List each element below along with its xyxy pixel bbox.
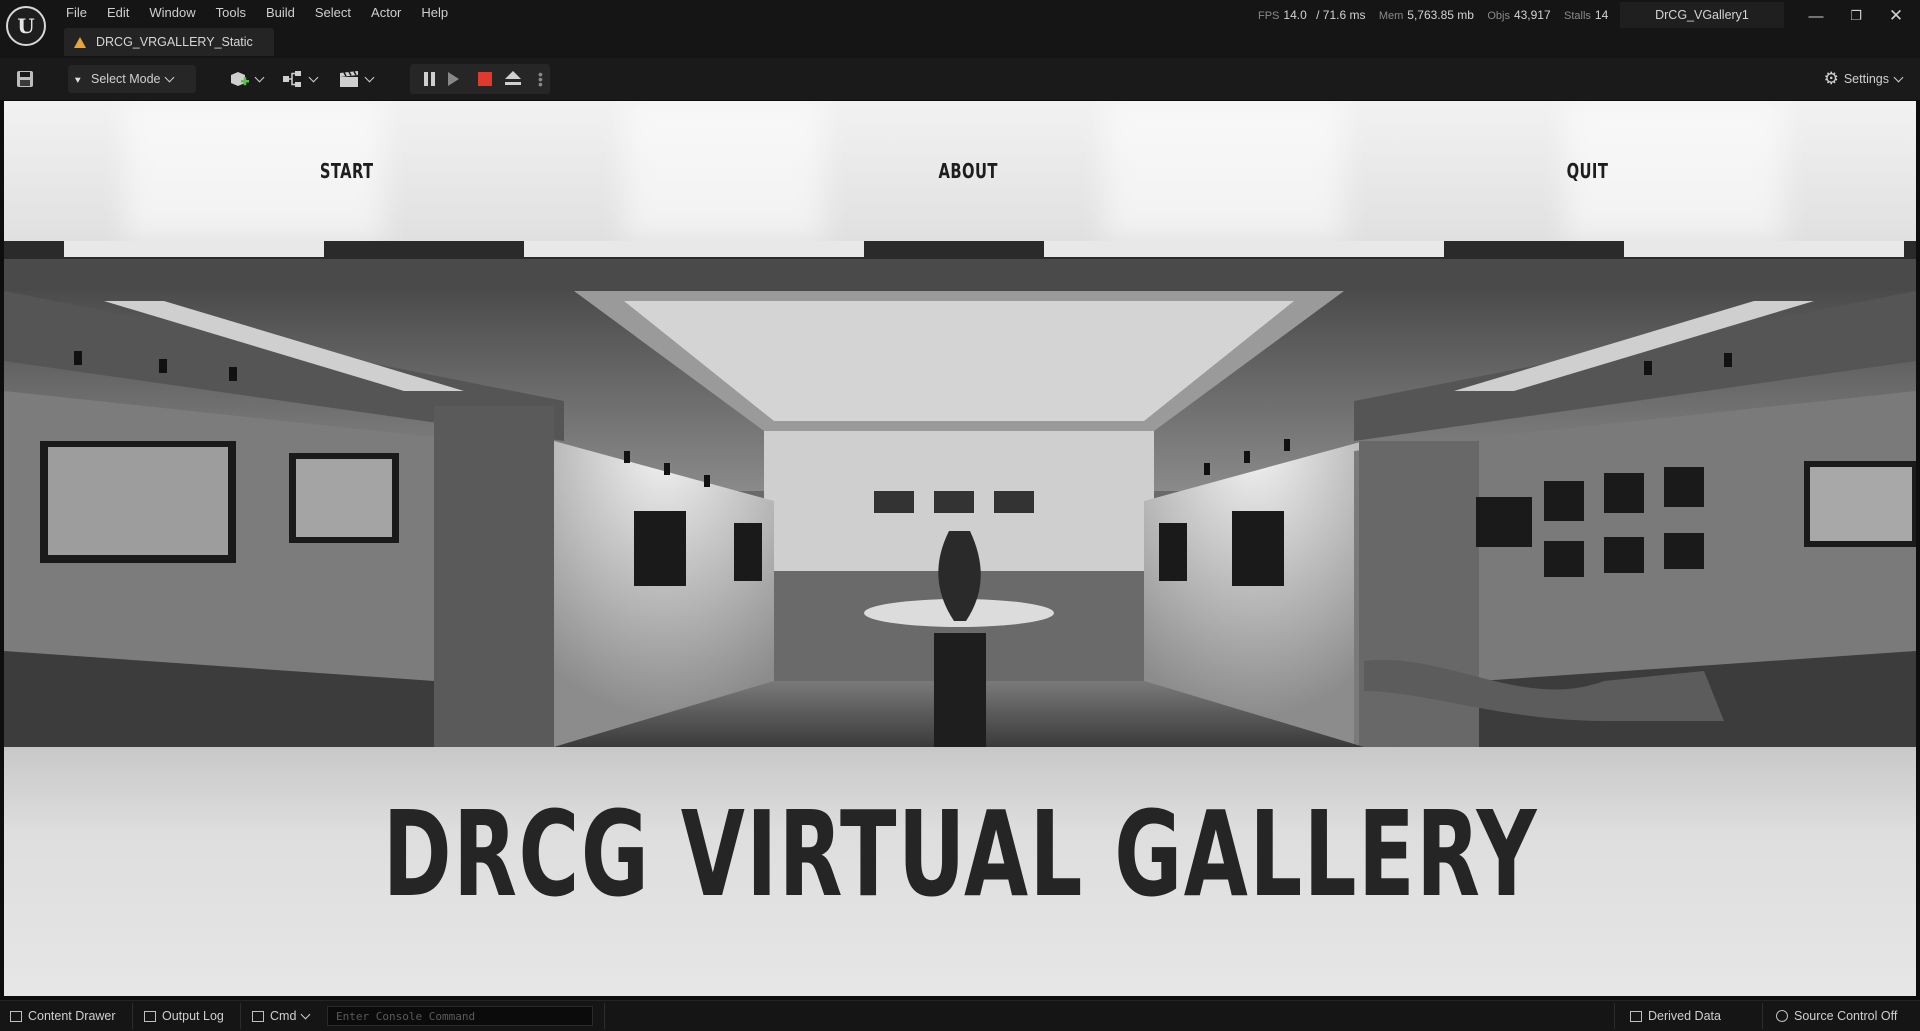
chevron-down-icon [364,72,375,82]
minimize-icon[interactable]: — [1796,4,1836,28]
cinematics-button[interactable] [338,65,375,93]
start-button[interactable]: START [320,159,374,183]
select-mode-label: Select Mode [91,72,161,86]
console-command-input[interactable]: Enter Console Command [327,1006,593,1026]
content-drawer-label: Content Drawer [28,1009,116,1023]
main-toolbar: Select Mode • • • ⚙ Settings [0,58,1920,100]
eject-bar [505,82,521,85]
separator [132,1003,133,1029]
content-drawer-icon [10,1010,22,1022]
gallery-render [4,241,1916,747]
eject-icon[interactable] [505,71,521,79]
chevron-down-icon [300,1009,311,1019]
unreal-logo-icon[interactable]: U [6,6,46,46]
settings-label: Settings [1843,72,1889,86]
fps-value: 14.0 [1283,8,1307,22]
level-tab-label: DRCG_VRGALLERY_Static [96,35,253,49]
add-actor-button[interactable] [228,65,265,93]
menu-header-panel: START ABOUT QUIT [4,101,1916,241]
frame-ms-value: / 71.6 ms [1316,8,1366,22]
gallery-title-text: DRCG VIRTUAL GALLERY [382,785,1538,923]
separator [1762,1003,1763,1029]
light-beam [1104,101,1344,241]
cursor-icon [74,75,83,83]
menu-build[interactable]: Build [256,0,305,26]
perf-stats: FPS 14.0 / 71.6 ms Mem 5,763.85 mb Objs 43,… [1258,8,1608,22]
cmd-dropdown[interactable]: Cmd [252,1001,311,1031]
settings-button[interactable]: ⚙ Settings [1823,65,1904,93]
blueprint-icon [283,71,301,87]
menu-file[interactable]: File [56,0,97,26]
menu-actor[interactable]: Actor [361,0,411,26]
save-icon[interactable] [16,65,34,93]
objs-label: Objs [1487,10,1510,22]
level-tab[interactable]: DRCG_VRGALLERY_Static [64,28,274,56]
source-control-off-icon [1776,1010,1788,1022]
objs-value: 43,917 [1513,8,1551,22]
gallery-title: DRCG VIRTUAL GALLERY [4,785,1916,923]
gallery-scene-image [4,241,1916,747]
blueprint-button[interactable] [282,65,319,93]
play-controls: • • • [410,64,550,94]
close-icon[interactable]: ✕ [1876,4,1916,28]
add-cube-icon [231,72,249,86]
mem-label: Mem [1378,10,1404,22]
chevron-down-icon [308,72,319,82]
about-button[interactable]: ABOUT [939,159,998,183]
status-bar: Content Drawer Output Log Cmd Enter Cons… [0,1000,1920,1031]
restore-icon[interactable]: ❐ [1836,4,1876,28]
step-frame-icon[interactable] [448,72,459,86]
mem-value: 5,763.85 mb [1407,8,1474,22]
content-drawer-button[interactable]: Content Drawer [10,1001,116,1031]
separator [1614,1003,1615,1029]
separator [240,1003,241,1029]
title-panel: DRCG VIRTUAL GALLERY [4,747,1916,996]
gear-icon: ⚙ [1823,69,1839,88]
derived-data-icon [1630,1010,1642,1022]
derived-data-button[interactable]: Derived Data [1630,1001,1721,1031]
console-icon [252,1010,264,1022]
source-control-label: Source Control Off [1794,1009,1898,1023]
stalls-label: Stalls [1564,10,1591,22]
output-log-button[interactable]: Output Log [144,1001,224,1031]
output-log-label: Output Log [162,1009,224,1023]
menu-select[interactable]: Select [305,0,361,26]
select-mode-dropdown[interactable]: Select Mode [68,65,196,93]
more-options-icon[interactable]: • • • [538,67,543,91]
chevron-down-icon [165,72,175,82]
stalls-value: 14 [1594,8,1609,22]
fps-label: FPS [1258,10,1280,22]
session-name: DrCG_VGallery1 [1620,2,1784,28]
level-warning-icon [74,36,86,48]
quit-button[interactable]: QUIT [1567,159,1609,183]
clapperboard-icon [340,71,358,87]
chevron-down-icon [1893,72,1904,82]
chevron-down-icon [254,72,265,82]
menu-window[interactable]: Window [139,0,205,26]
level-viewport[interactable]: START ABOUT QUIT DRCG VIRTUAL GALLERY [4,101,1916,996]
output-log-icon [144,1010,156,1022]
menu-bar: File Edit Window Tools Build Select Acto… [56,0,458,26]
menu-tools[interactable]: Tools [206,0,256,26]
cmd-label: Cmd [270,1009,297,1023]
menu-edit[interactable]: Edit [97,0,139,26]
derived-data-label: Derived Data [1648,1009,1721,1023]
separator [604,1003,605,1029]
light-beam [624,101,824,241]
pause-icon[interactable] [424,72,428,86]
title-bar: U File Edit Window Tools Build Select Ac… [0,0,1920,58]
menu-help[interactable]: Help [411,0,458,26]
source-control-button[interactable]: Source Control Off [1776,1001,1897,1031]
stop-icon[interactable] [478,72,492,86]
